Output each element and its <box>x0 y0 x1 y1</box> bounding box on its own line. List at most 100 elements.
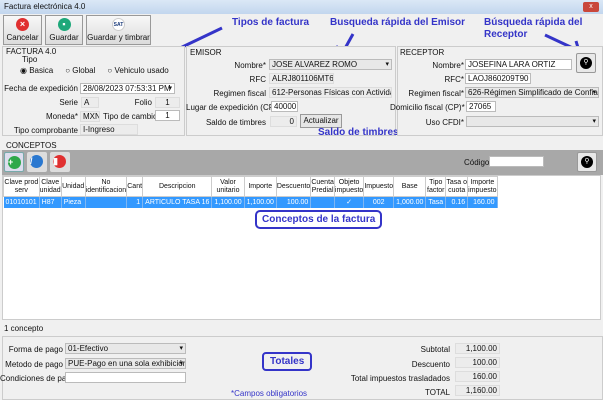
table-cell: 160.00 <box>467 196 498 208</box>
column-header[interactable]: Valor unitario <box>211 176 245 197</box>
delete-concepto-button[interactable]: ▮ <box>50 152 70 172</box>
descuento-value: 100.00 <box>455 357 500 368</box>
tipo-comprobante-label: Tipo comprobante <box>13 126 78 135</box>
saldo-timbres-field: 0 <box>270 116 297 127</box>
emisor-nombre-label: Nombre* <box>234 61 266 70</box>
add-concepto-button[interactable]: + <box>4 152 24 172</box>
moneda-label: Moneda* <box>45 112 78 121</box>
receptor-title: RECEPTOR <box>400 48 445 57</box>
receptor-regimen-label: Regimen fiscal* <box>408 89 464 98</box>
table-cell: H87 <box>39 196 62 208</box>
conceptos-table: Clave prod serv Clave unidad Unidad No iden… <box>3 176 498 208</box>
column-header[interactable]: Descuento <box>275 176 312 197</box>
annotation-totales: Totales <box>262 352 313 371</box>
uso-cfdi-label: Uso CFDI* <box>425 118 464 127</box>
table-cell: 0.16 <box>445 196 469 208</box>
emisor-rfc-field: ALRJ801106MT6 <box>269 73 334 84</box>
table-cell: 1,100.00 <box>211 196 245 208</box>
tipo-radio-group: ◉ Basica ○ Global ○ Vehiculo usado <box>20 66 169 75</box>
table-cell <box>85 196 128 208</box>
emisor-rfc-label: RFC <box>249 75 266 84</box>
actualizar-button[interactable]: Actualizar <box>300 114 342 128</box>
table-cell: 002 <box>363 196 395 208</box>
receptor-rfc-field[interactable]: LAOJ860209T90 <box>465 73 531 84</box>
metodo-pago-select[interactable]: PUE-Pago en una sola exhibición <box>65 358 186 369</box>
lugar-expedicion-field[interactable]: 40000 <box>271 101 298 112</box>
column-header[interactable]: Base <box>393 176 427 197</box>
domicilio-fiscal-field[interactable]: 27065 <box>466 101 496 112</box>
condiciones-pago-field[interactable] <box>65 372 186 383</box>
radio-label: Global <box>72 66 96 75</box>
lugar-expedicion-label: Lugar de expedición (CP)* <box>186 103 280 112</box>
total-label: TOTAL <box>424 388 450 397</box>
column-header[interactable]: Objeto impuesto <box>333 176 365 197</box>
fecha-picker[interactable]: 28/08/2023 07:53:31 PM <box>80 83 175 94</box>
radio-label: Basica <box>29 66 54 75</box>
condiciones-pago-label: Condiciones de pago <box>0 374 76 383</box>
fecha-label: Fecha de expedición <box>4 84 78 93</box>
receptor-regimen-select[interactable]: 626-Régimen Simplificado de Confian: <box>465 87 599 98</box>
column-header[interactable]: Tipo factor <box>425 176 447 197</box>
column-header[interactable]: Impuesto <box>363 176 395 197</box>
emisor-regimen-field: 612-Personas Físicas con Actividades E <box>269 87 392 98</box>
table-cell: Tasa <box>425 196 447 208</box>
conceptos-grid: Clave prod serv Clave unidad Unidad No iden… <box>2 175 601 320</box>
total-value: 1,160.00 <box>455 385 500 396</box>
annotation-saldo: Saldo de timbres <box>318 127 399 138</box>
radio-basica[interactable]: ◉ Basica <box>20 66 53 75</box>
tipo-cambio-field[interactable]: 1 <box>155 110 180 121</box>
saldo-timbres-label: Saldo de timbres <box>205 118 266 127</box>
tipo-comprobante-field: I-Ingreso <box>80 124 138 135</box>
receptor-nombre-label: Nombre* <box>432 61 464 70</box>
annotation-conceptos: Conceptos de la factura <box>255 210 383 229</box>
column-header[interactable]: Unidad <box>60 176 86 197</box>
moneda-field[interactable]: MXN <box>80 111 100 122</box>
table-cell: Pieza <box>61 196 86 208</box>
impuestos-value: 160.00 <box>455 371 500 382</box>
emisor-title: EMISOR <box>190 48 222 57</box>
column-header[interactable]: Clave unidad <box>38 176 62 197</box>
tipo-cambio-label: Tipo de cambio <box>103 112 158 121</box>
column-header[interactable]: Descripcion <box>142 176 213 197</box>
concepto-count: 1 concepto <box>4 324 44 333</box>
domicilio-fiscal-label: Domicilio fiscal (CP)* <box>390 103 465 112</box>
search-icon: ⚲ <box>581 156 593 168</box>
table-row[interactable]: 01010101 H87 Pieza 1 ARTICULO TASA 16 1,100.0… <box>3 196 498 208</box>
tipo-label: Tipo <box>22 55 38 64</box>
column-header[interactable]: Cant <box>126 176 144 197</box>
column-header[interactable]: Cuenta Predial <box>310 176 335 197</box>
serie-field: A <box>81 97 99 108</box>
forma-pago-label: Forma de pago <box>8 345 63 354</box>
conceptos-title: CONCEPTOS <box>6 141 57 150</box>
folio-label: Folio <box>134 98 152 107</box>
emisor-regimen-label: Regimen fiscal <box>213 89 266 98</box>
forma-pago-select[interactable]: 01-Efectivo <box>65 343 186 354</box>
table-cell: ARTICULO TASA 16 <box>142 196 213 208</box>
radio-vehiculo[interactable]: ○ Vehiculo usado <box>107 66 168 75</box>
column-header[interactable]: Tasa o cuota <box>445 176 469 197</box>
column-header[interactable]: Importe impuesto <box>467 176 498 197</box>
plus-icon: + <box>8 156 21 169</box>
table-cell: 01010101 <box>3 196 40 208</box>
column-header[interactable]: Importe <box>243 176 277 197</box>
edit-concepto-button[interactable]: / <box>27 152 47 172</box>
codigo-field[interactable] <box>489 156 544 167</box>
uso-cfdi-select[interactable] <box>466 116 599 127</box>
table-cell: 100.00 <box>276 196 312 208</box>
receptor-nombre-field[interactable]: JOSEFINA LARA ORTIZ <box>465 59 572 70</box>
emisor-nombre-select[interactable]: JOSE ALVAREZ ROMO <box>269 59 392 70</box>
metodo-pago-label: Metodo de pago <box>5 360 63 369</box>
receptor-rfc-label: RFC* <box>444 75 464 84</box>
trash-icon: ▮ <box>53 155 66 168</box>
required-note: *Campos obligatorios <box>231 389 308 398</box>
column-header[interactable]: No identificacion <box>84 176 128 197</box>
receptor-search-button[interactable]: ⚲ <box>576 53 596 73</box>
radio-global[interactable]: ○ Global <box>65 66 95 75</box>
subtotal-value: 1,100.00 <box>455 343 500 354</box>
table-cell: 1 <box>126 196 144 208</box>
column-header[interactable]: Clave prod serv <box>3 176 40 197</box>
radio-label: Vehiculo usado <box>114 66 169 75</box>
serie-label: Serie <box>59 98 78 107</box>
table-cell: 1,100.00 <box>244 196 277 208</box>
codigo-search-button[interactable]: ⚲ <box>577 152 597 172</box>
